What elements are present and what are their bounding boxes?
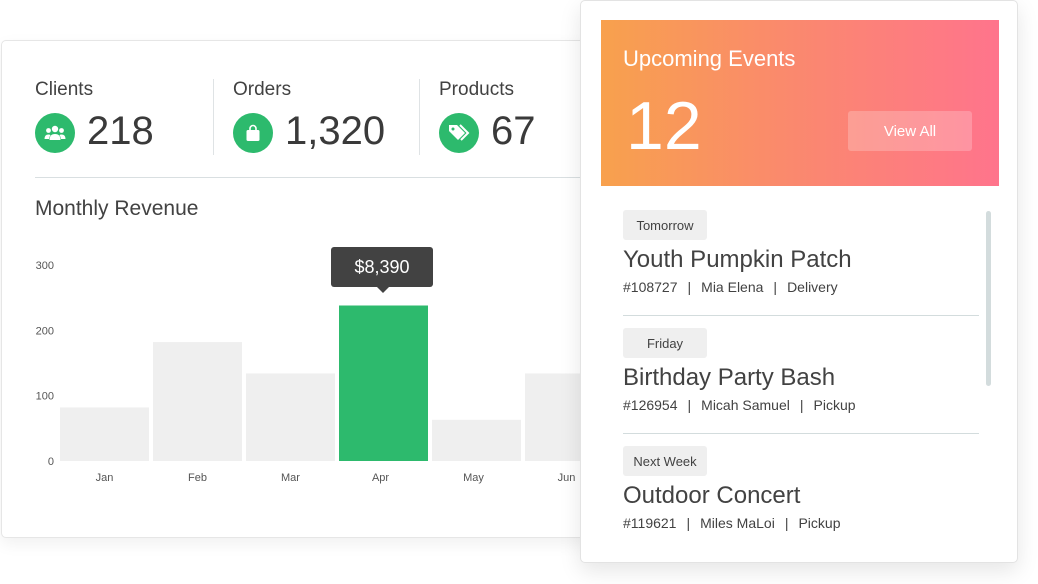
event-divider: [623, 433, 979, 434]
event-name: Outdoor Concert: [623, 482, 801, 509]
events-title: Upcoming Events: [623, 46, 796, 71]
stat-divider: [419, 79, 420, 155]
stats-row: Clients 218 Orders 1,320 Products 67: [35, 79, 605, 155]
event-when-badge: Next Week: [623, 446, 707, 476]
y-tick-label: 200: [36, 325, 54, 337]
event-divider: [623, 315, 979, 316]
x-tick-label: Apr: [372, 472, 389, 484]
event-id: #108727: [623, 279, 678, 295]
event-id: #119621: [623, 515, 677, 531]
event-type: Pickup: [798, 515, 841, 531]
tags-icon: [439, 113, 479, 153]
section-divider: [35, 177, 612, 178]
event-type: Delivery: [787, 279, 838, 295]
x-tick-label: Mar: [281, 472, 300, 484]
events-hero: Upcoming Events 12 View All: [601, 20, 999, 186]
bar-apr[interactable]: [339, 305, 428, 461]
event-person: Miles MaLoi: [700, 515, 775, 531]
tooltip-value: $8,390: [354, 256, 410, 277]
stat-value: 67: [491, 109, 536, 153]
x-tick-label: Feb: [188, 472, 207, 484]
event-name: Youth Pumpkin Patch: [623, 246, 852, 273]
x-tick-label: May: [463, 472, 484, 484]
separator: |: [799, 397, 804, 413]
revenue-bar-chart: 0 100 200 300 Jan Feb Mar Apr May Jun: [36, 260, 612, 484]
event-type: Pickup: [813, 397, 856, 413]
stat-label: Orders: [233, 79, 292, 100]
bar-jan[interactable]: [60, 407, 149, 461]
bar-tooltip: $8,390: [331, 247, 433, 293]
shopping-bag-icon: [233, 113, 273, 153]
bar-may[interactable]: [432, 419, 521, 461]
bar-mar[interactable]: [246, 373, 335, 461]
stat-value: 218: [87, 109, 154, 153]
dashboard-card: Clients 218 Orders 1,320 Products 67 Mon…: [1, 40, 612, 538]
chart-title: Monthly Revenue: [35, 197, 199, 220]
y-tick-label: 100: [36, 391, 54, 403]
x-tick-label: Jan: [96, 472, 114, 484]
event-id: #126954: [623, 397, 678, 413]
separator: |: [773, 279, 778, 295]
event-list-scrollbar[interactable]: [986, 211, 991, 386]
event-meta: #108727 | Mia Elena | Delivery: [623, 279, 838, 295]
stat-value: 1,320: [285, 109, 386, 153]
view-all-button[interactable]: View All: [848, 111, 972, 151]
separator: |: [686, 515, 691, 531]
upcoming-events-card: Upcoming Events 12 View All Tomorrow You…: [580, 0, 1018, 563]
y-tick-label: 0: [48, 456, 54, 468]
event-meta: #119621 | Miles MaLoi | Pickup: [623, 515, 840, 531]
bar-feb[interactable]: [153, 342, 242, 461]
event-when-badge: Friday: [623, 328, 707, 358]
events-count: 12: [626, 88, 702, 164]
event-person: Mia Elena: [701, 279, 764, 295]
event-person: Micah Samuel: [701, 397, 790, 413]
stat-label: Products: [439, 79, 514, 100]
event-meta: #126954 | Micah Samuel | Pickup: [623, 397, 856, 413]
x-tick-label: Jun: [558, 472, 576, 484]
stat-divider: [213, 79, 214, 155]
separator: |: [687, 279, 692, 295]
stat-label: Clients: [35, 79, 94, 100]
users-icon: [35, 113, 75, 153]
separator: |: [784, 515, 789, 531]
y-tick-label: 300: [36, 260, 54, 272]
event-name: Birthday Party Bash: [623, 364, 836, 391]
event-when-badge: Tomorrow: [623, 210, 707, 240]
separator: |: [687, 397, 692, 413]
